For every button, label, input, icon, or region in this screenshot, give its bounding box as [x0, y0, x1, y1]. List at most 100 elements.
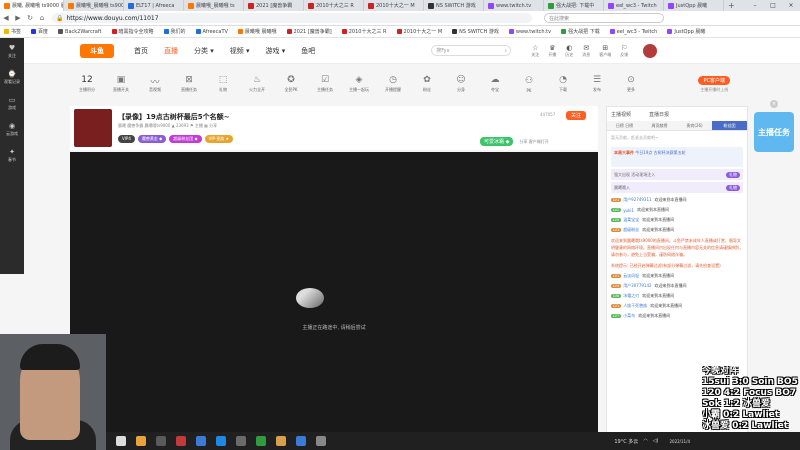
- toolbar-item[interactable]: ◷ 开播提醒: [376, 75, 410, 93]
- taskbar-app-icon[interactable]: [216, 436, 226, 446]
- clock[interactable]: 2022/11/4: [664, 439, 690, 444]
- sidebar-item[interactable]: ▭ 游戏: [0, 90, 24, 116]
- chat-tab[interactable]: 周贡献榜: [642, 121, 677, 130]
- chat-tab[interactable]: 贵宾(26): [677, 121, 712, 130]
- toolbar-item[interactable]: ◔ 下载: [546, 75, 580, 93]
- close-window-icon[interactable]: ×: [782, 2, 800, 9]
- header-icon-button[interactable]: ✉ 消息: [582, 44, 590, 58]
- nav-item[interactable]: 分类 ▾: [194, 46, 214, 56]
- bookmark-item[interactable]: eel_wc3 - Twitch: [609, 29, 657, 35]
- forward-icon[interactable]: ▶: [12, 14, 24, 22]
- sidebar-item[interactable]: ◉ 云游戏: [0, 116, 24, 142]
- video-player[interactable]: 主播正在路途中, 请稍后尝试: [70, 152, 598, 450]
- chat-header-right[interactable]: 直播日报: [649, 111, 669, 118]
- toolbar-item[interactable]: ☑ 主播任务: [308, 75, 342, 93]
- bookmark-item[interactable]: 2010十大之三 R: [341, 28, 387, 35]
- bookmark-item[interactable]: 我们的: [163, 28, 186, 35]
- toolbar-item[interactable]: ▣ 直播开关: [104, 75, 138, 93]
- room-tag[interactable]: VIP·皇族 ★: [204, 135, 234, 143]
- taskbar-app-icon[interactable]: [256, 436, 266, 446]
- chat-tab[interactable]: 日榜 日榜: [607, 121, 642, 130]
- chat-tab[interactable]: 粉丝团: [712, 121, 747, 130]
- user-nickname[interactable]: 温柔宝宝: [623, 217, 639, 223]
- taskbar-app-icon[interactable]: [316, 436, 326, 446]
- taskbar-app-icon[interactable]: [156, 436, 166, 446]
- site-logo[interactable]: 斗鱼: [80, 43, 114, 58]
- toolbar-item[interactable]: ☁ 夺宝: [478, 75, 512, 93]
- gift-banner[interactable]: 晨曦哦入 礼物: [611, 182, 743, 193]
- browser-search-input[interactable]: 在此搜索: [544, 13, 664, 23]
- bookmark-item[interactable]: 强大战把 下载: [561, 28, 600, 35]
- user-nickname[interactable]: yuki1: [623, 208, 634, 213]
- bookmark-item[interactable]: 2010十大之一 M: [396, 28, 442, 35]
- taskbar-app-icon[interactable]: [276, 436, 286, 446]
- follow-button[interactable]: 关注: [566, 111, 587, 120]
- maximize-icon[interactable]: □: [764, 2, 782, 9]
- toolbar-item[interactable]: ☺ 分身: [444, 75, 478, 93]
- room-tag[interactable]: 魔兽黄金 ◆: [137, 135, 167, 143]
- toolbar-item[interactable]: 〰音视频: [138, 75, 172, 93]
- url-input[interactable]: 🔒 https://www.douyu.com/11017: [52, 13, 532, 23]
- toolbar-item[interactable]: ♨ 火力全开: [240, 75, 274, 93]
- bookmark-item[interactable]: JustQpp 晨曦: [667, 28, 705, 35]
- sidebar-item[interactable]: ✦ 春节: [0, 142, 24, 168]
- taskbar-app-icon[interactable]: [176, 436, 186, 446]
- sidebar-item[interactable]: ⌚ 观看记录: [0, 64, 24, 90]
- share-links[interactable]: 分享 客户端打开: [519, 139, 548, 145]
- toolbar-item[interactable]: ✪ 全民PK: [274, 75, 308, 93]
- browser-tab[interactable]: 晨曦哦_晨曦哦 ts: [184, 0, 244, 11]
- gift-banner-button[interactable]: 礼物: [726, 184, 740, 191]
- nav-item[interactable]: 鱼吧: [301, 46, 315, 56]
- toolbar-item[interactable]: ◈ 主播一起玩: [342, 75, 376, 93]
- browser-tab[interactable]: ELT17 | Afreeca: [124, 0, 184, 11]
- bookmark-item[interactable]: AfreecaTV: [195, 29, 228, 35]
- taskbar-app-icon[interactable]: [196, 436, 206, 446]
- gift-banner-button[interactable]: 礼物: [726, 171, 740, 178]
- browser-tab[interactable]: NS SWITCH 游戏: [424, 0, 484, 11]
- close-icon[interactable]: ×: [770, 100, 778, 108]
- browser-tab[interactable]: 强大战把: 下载中: [544, 0, 604, 11]
- header-icon-button[interactable]: ◐ 历史: [565, 44, 573, 58]
- nav-item[interactable]: 视频 ▾: [230, 46, 250, 56]
- bookmark-item[interactable]: www.twitch.tv: [508, 29, 551, 35]
- header-icon-button[interactable]: ⚐ 反馈: [620, 44, 628, 58]
- browser-tab[interactable]: JustQpp 晨曦: [664, 0, 724, 11]
- user-nickname[interactable]: 小菜鸟: [623, 313, 635, 319]
- toolbar-item[interactable]: ⊠ 直播任务: [172, 75, 206, 93]
- chat-header-left[interactable]: 主播视频: [611, 111, 631, 118]
- promo-banner[interactable]: 主播任务: [754, 112, 794, 152]
- user-nickname[interactable]: 冰霜之刃: [623, 293, 639, 299]
- room-tag[interactable]: VIP4: [118, 135, 135, 143]
- bookmark-item[interactable]: 书签: [4, 28, 21, 35]
- user-nickname[interactable]: 用户30779142: [623, 283, 651, 289]
- toolbar-item[interactable]: ⚇ PK: [512, 76, 546, 93]
- bookmark-item[interactable]: 暗黑指令全攻略: [111, 28, 154, 35]
- site-search-input[interactable]: 搜Fyx ⌕: [431, 45, 512, 56]
- user-nickname[interactable]: 用户92749311: [623, 197, 651, 203]
- taskbar-app-icon[interactable]: [236, 436, 246, 446]
- nav-item[interactable]: 游戏 ▾: [266, 46, 286, 56]
- user-nickname[interactable]: 云淡风轻: [623, 273, 639, 279]
- refresh-icon[interactable]: ↻: [24, 14, 36, 22]
- toolbar-item[interactable]: ⬚ 礼物: [206, 75, 240, 93]
- header-icon-button[interactable]: ♛ 开播: [548, 44, 556, 58]
- browser-tab[interactable]: 晨曦, 晨曦哦 ts9000 晨曦哦 11017: [0, 0, 64, 11]
- streamer-avatar[interactable]: [74, 109, 112, 147]
- browser-tab[interactable]: www.twitch.tv: [484, 0, 544, 11]
- bookmark-item[interactable]: 2021 [魔兽争霸]: [286, 28, 332, 35]
- toolbar-item[interactable]: ✿ 粉丝: [410, 75, 444, 93]
- nav-item[interactable]: 首页: [134, 46, 148, 56]
- bookmark-item[interactable]: 晨曦哦 晨曦哦: [237, 28, 277, 35]
- gift-button[interactable]: 可爱冰霜 ◆: [480, 137, 514, 146]
- sidebar-item[interactable]: ♥ 关注: [0, 38, 24, 64]
- header-icon-button[interactable]: ☆ 关注: [531, 44, 539, 58]
- taskbar-app-icon[interactable]: [136, 436, 146, 446]
- browser-tab[interactable]: 晨曦哦_晨曦哦 ts9000: [64, 0, 124, 11]
- new-tab-button[interactable]: +: [724, 1, 739, 10]
- user-nickname[interactable]: 人族干死兽族: [623, 303, 647, 309]
- pc-client-button[interactable]: PC客户端: [698, 75, 730, 85]
- gift-banner[interactable]: 强大出现 活动现场注入 礼物: [611, 169, 743, 180]
- user-nickname[interactable]: 超级粉丝: [623, 227, 639, 233]
- bookmark-item[interactable]: Back2Warcraft: [58, 29, 102, 35]
- bookmark-item[interactable]: 百度: [31, 28, 48, 35]
